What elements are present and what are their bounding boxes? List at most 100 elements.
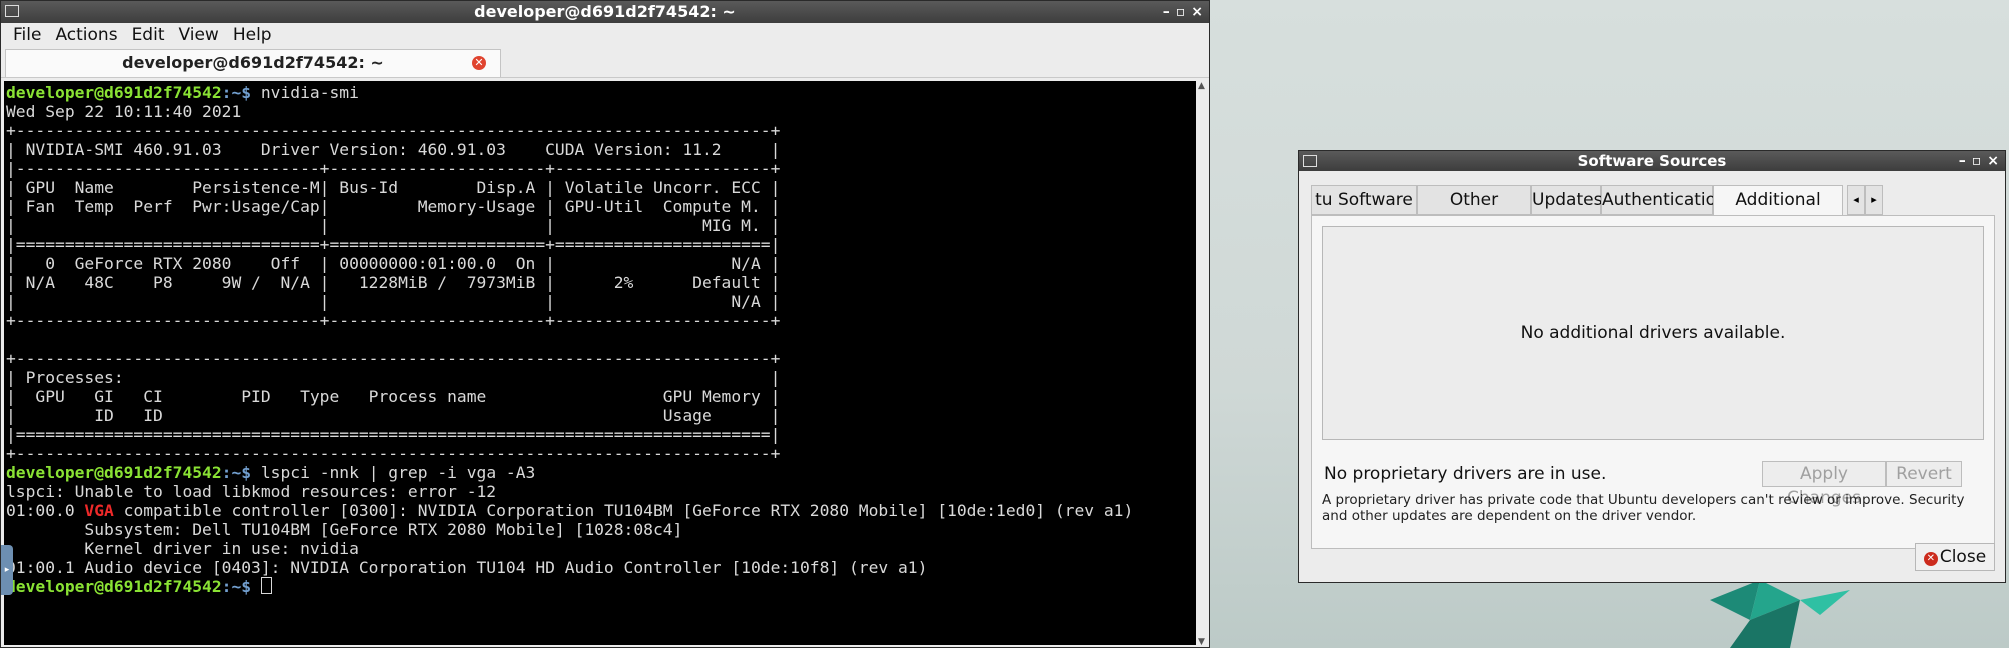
menu-file[interactable]: File <box>7 25 47 45</box>
terminal-line: developer@d691d2f74542:~$ <box>6 577 1196 596</box>
tab-other-software[interactable]: Other Software <box>1417 185 1531 238</box>
terminal-line <box>6 330 1196 349</box>
close-button-label: Close <box>1939 547 1987 567</box>
output-text: | | | MIG M. | <box>6 216 781 235</box>
tab-ubuntu-software[interactable]: tu Software <box>1311 185 1417 215</box>
command-text: lspci -nnk | grep -i vga -A3 <box>251 463 536 482</box>
dialog-minimize-icon[interactable]: – <box>1959 151 1966 171</box>
menu-help[interactable]: Help <box>227 25 278 45</box>
terminal-line: | Fan Temp Perf Pwr:Usage/Cap| Memory-Us… <box>6 197 1196 216</box>
dialog-titlebar[interactable]: Software Sources – ▫ × <box>1299 151 2005 171</box>
terminal-line: |-------------------------------+-------… <box>6 159 1196 178</box>
terminal-window: developer@d691d2f74542: ~ – ▫ × File Act… <box>0 0 1210 648</box>
tab-additional-drivers[interactable]: Additional Drivers <box>1713 185 1843 238</box>
drivers-list-message: No additional drivers available. <box>1520 323 1786 343</box>
window-menu-icon[interactable] <box>5 5 19 17</box>
terminal-line: Subsystem: Dell TU104BM [GeForce RTX 208… <box>6 520 1196 539</box>
output-text: +---------------------------------------… <box>6 121 781 140</box>
dialog-title: Software Sources <box>1577 152 1727 170</box>
driver-status-text: No proprietary drivers are in use. <box>1324 464 1607 484</box>
output-text: | 0 GeForce RTX 2080 Off | 00000000:01:0… <box>6 254 781 273</box>
output-text: Kernel driver in use: nvidia <box>6 539 359 558</box>
prompt-path: :~$ <box>221 577 252 596</box>
terminal-line: | | | MIG M. | <box>6 216 1196 235</box>
terminal-line: | GPU GI CI PID Type Process name GPU Me… <box>6 387 1196 406</box>
output-text: 01:00.1 Audio device [0403]: NVIDIA Corp… <box>6 558 928 577</box>
terminal-tab[interactable]: developer@d691d2f74542: ~ ✕ <box>5 49 501 77</box>
drivers-list: No additional drivers available. <box>1322 226 1984 440</box>
additional-drivers-panel: No additional drivers available. No prop… <box>1311 215 1995 549</box>
output-text: | | | N/A | <box>6 292 781 311</box>
output-text: | NVIDIA-SMI 460.91.03 Driver Version: 4… <box>6 140 781 159</box>
dialog-menu-icon[interactable] <box>1303 155 1317 167</box>
prompt-path: :~$ <box>221 83 252 102</box>
output-text: +---------------------------------------… <box>6 349 781 368</box>
output-text: compatible controller [0300]: NVIDIA Cor… <box>113 501 1134 520</box>
scroll-down-icon[interactable]: ▼ <box>1198 637 1205 647</box>
tab-close-icon[interactable]: ✕ <box>472 56 486 70</box>
terminal-line: developer@d691d2f74542:~$ nvidia-smi <box>6 83 1196 102</box>
terminal-line: Kernel driver in use: nvidia <box>6 539 1196 558</box>
dialog-tabs: tu Software Other Software Updates Authe… <box>1311 185 1993 238</box>
tab-authentication[interactable]: Authentication <box>1601 185 1727 215</box>
output-text: | Fan Temp Perf Pwr:Usage/Cap| Memory-Us… <box>6 197 781 216</box>
apply-changes-button[interactable]: Apply Changes <box>1762 461 1886 508</box>
terminal-scrollbar[interactable]: ▲ ▼ <box>1196 81 1209 647</box>
revert-button[interactable]: Revert <box>1886 461 1962 487</box>
terminal-tabbar: developer@d691d2f74542: ~ ✕ <box>1 47 1209 78</box>
output-text: | N/A 48C P8 9W / N/A | 1228MiB / 7973Mi… <box>6 273 781 292</box>
terminal-menubar: File Actions Edit View Help <box>1 23 1209 47</box>
terminal-line: lspci: Unable to load libkmod resources:… <box>6 482 1196 501</box>
minimize-icon[interactable]: – <box>1163 1 1170 23</box>
output-text: +-------------------------------+-------… <box>6 311 781 330</box>
output-text: |-------------------------------+-------… <box>6 159 781 178</box>
menu-actions[interactable]: Actions <box>49 25 123 45</box>
tab-scroll-left-icon[interactable]: ◂ <box>1847 185 1865 215</box>
terminal-line: developer@d691d2f74542:~$ lspci -nnk | g… <box>6 463 1196 482</box>
output-text: | ID ID Usage | <box>6 406 781 425</box>
menu-view[interactable]: View <box>172 25 224 45</box>
terminal-window-title: developer@d691d2f74542: ~ <box>474 2 736 21</box>
proprietary-driver-note: A proprietary driver has private code th… <box>1322 492 1965 524</box>
terminal-line: +---------------------------------------… <box>6 121 1196 140</box>
menu-edit[interactable]: Edit <box>126 25 171 45</box>
terminal-line: | Processes: | <box>6 368 1196 387</box>
output-text: +---------------------------------------… <box>6 444 781 463</box>
output-text: | GPU GI CI PID Type Process name GPU Me… <box>6 387 781 406</box>
dialog-maximize-icon[interactable]: ▫ <box>1972 151 1982 171</box>
dialog-close-icon[interactable]: × <box>1987 151 1999 171</box>
command-text <box>251 577 261 596</box>
terminal-line: | GPU Name Persistence-M| Bus-Id Disp.A … <box>6 178 1196 197</box>
prompt-user: developer@d691d2f74542 <box>6 83 222 102</box>
terminal-line: 01:00.1 Audio device [0403]: NVIDIA Corp… <box>6 558 1196 577</box>
tab-scroll-right-icon[interactable]: ▸ <box>1865 185 1883 215</box>
scroll-up-icon[interactable]: ▲ <box>1198 81 1205 91</box>
terminal-line: +---------------------------------------… <box>6 444 1196 463</box>
terminal-line: Wed Sep 22 10:11:40 2021 <box>6 102 1196 121</box>
terminal-line: |===============================+=======… <box>6 235 1196 254</box>
close-button[interactable]: ✕ Close <box>1915 543 1995 571</box>
output-text: |===============================+=======… <box>6 235 781 254</box>
maximize-icon[interactable]: ▫ <box>1176 1 1186 23</box>
terminal-line: +---------------------------------------… <box>6 349 1196 368</box>
output-text: | GPU Name Persistence-M| Bus-Id Disp.A … <box>6 178 781 197</box>
close-icon[interactable]: × <box>1191 1 1203 23</box>
grep-match: VGA <box>84 501 114 520</box>
output-text: | Processes: | <box>6 368 781 387</box>
tab-updates[interactable]: Updates <box>1531 185 1602 215</box>
terminal-titlebar[interactable]: developer@d691d2f74542: ~ – ▫ × <box>1 1 1209 23</box>
prompt-user: developer@d691d2f74542 <box>6 577 222 596</box>
close-button-icon: ✕ <box>1923 552 1938 566</box>
side-panel-handle-icon[interactable]: ▸ <box>1 545 13 595</box>
output-text: Wed Sep 22 10:11:40 2021 <box>6 102 242 121</box>
terminal-line: | | | N/A | <box>6 292 1196 311</box>
terminal-line: | 0 GeForce RTX 2080 Off | 00000000:01:0… <box>6 254 1196 273</box>
terminal-line: |=======================================… <box>6 425 1196 444</box>
software-sources-dialog: Software Sources – ▫ × tu Software Other… <box>1298 150 2006 583</box>
output-text: Subsystem: Dell TU104BM [GeForce RTX 208… <box>6 520 683 539</box>
output-text: 01:00.0 <box>6 501 85 520</box>
terminal-tab-label: developer@d691d2f74542: ~ <box>122 53 384 72</box>
terminal-output[interactable]: developer@d691d2f74542:~$ nvidia-smi Wed … <box>4 81 1196 645</box>
terminal-line: | ID ID Usage | <box>6 406 1196 425</box>
